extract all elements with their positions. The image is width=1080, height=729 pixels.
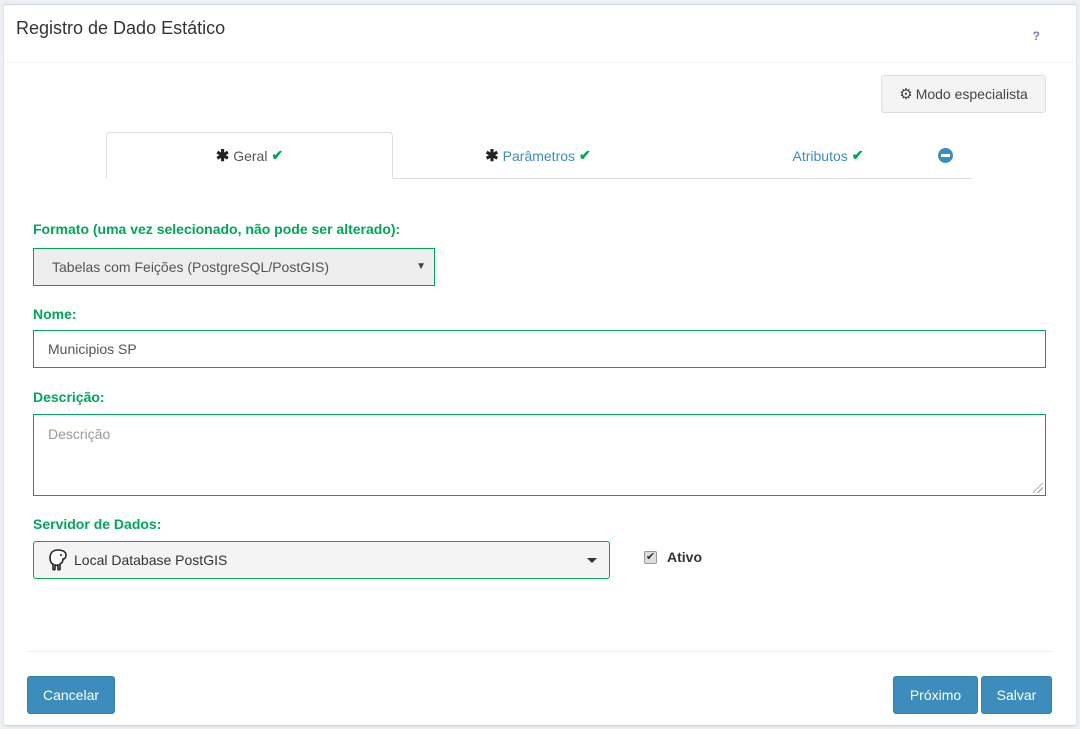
expert-mode-button[interactable]: ⚙ Modo especialista: [881, 75, 1046, 113]
check-icon: ✔: [271, 147, 284, 163]
check-icon: ✔: [579, 147, 591, 163]
help-icon[interactable]: ?: [1033, 29, 1040, 43]
cancel-button[interactable]: Cancelar: [27, 676, 115, 714]
check-icon: ✔: [851, 147, 864, 163]
tab-label: Parâmetros: [502, 147, 576, 164]
name-label: Nome:: [33, 306, 77, 322]
tab-atributos[interactable]: Atributos ✔: [683, 132, 973, 179]
modal-title: Registro de Dado Estático: [16, 18, 226, 38]
tab-bar: ✱ Geral ✔ ✱ Parâmetros ✔ Atributos ✔: [106, 132, 972, 179]
active-checkbox[interactable]: ✔: [644, 551, 657, 564]
dropdown-arrow-icon: ▼: [416, 261, 426, 272]
static-data-modal: Registro de Dado Estático ? ⚙ Modo espec…: [4, 4, 1076, 725]
caret-down-icon: [587, 558, 597, 563]
server-select-value: Local Database PostGIS: [74, 552, 228, 568]
footer-divider: [27, 651, 1053, 652]
postgresql-elephant-icon: [48, 549, 68, 571]
resize-handle-icon[interactable]: [1033, 483, 1043, 493]
required-asterisk-icon: ✱: [215, 147, 230, 165]
next-button[interactable]: Próximo: [893, 676, 978, 714]
tab-parametros[interactable]: ✱ Parâmetros ✔: [393, 132, 683, 179]
format-select[interactable]: Tabelas com Feições (PostgreSQL/PostGIS)…: [33, 248, 435, 286]
format-label: Formato (uma vez selecionado, não pode s…: [33, 221, 401, 237]
save-button[interactable]: Salvar: [981, 676, 1052, 714]
description-label: Descrição:: [33, 389, 105, 405]
active-label: Ativo: [667, 549, 702, 565]
server-label: Servidor de Dados:: [33, 516, 162, 532]
remove-circle-icon[interactable]: [938, 148, 953, 163]
tab-geral[interactable]: ✱ Geral ✔: [106, 132, 393, 179]
name-input[interactable]: Municipios SP: [33, 330, 1046, 368]
tab-label: Geral: [233, 147, 268, 164]
description-placeholder: Descrição: [48, 426, 111, 442]
gear-icon: ⚙: [899, 86, 913, 103]
server-select[interactable]: Local Database PostGIS: [33, 541, 610, 579]
description-textarea[interactable]: Descrição: [33, 414, 1046, 496]
tab-label: Atributos: [792, 147, 848, 164]
expert-mode-label: Modo especialista: [915, 86, 1028, 102]
format-select-value: Tabelas com Feições (PostgreSQL/PostGIS): [52, 259, 329, 275]
required-asterisk-icon: ✱: [485, 147, 499, 165]
modal-header: Registro de Dado Estático ?: [4, 5, 1076, 63]
